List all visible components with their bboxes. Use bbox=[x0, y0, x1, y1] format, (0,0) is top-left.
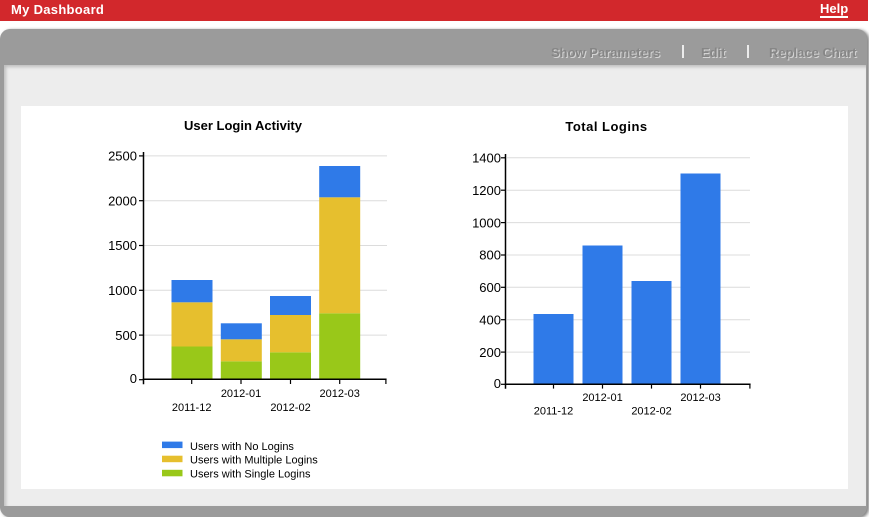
svg-text:Users with No Logins: Users with No Logins bbox=[190, 441, 294, 453]
svg-text:2012-02: 2012-02 bbox=[631, 406, 671, 418]
svg-text:200: 200 bbox=[479, 345, 501, 360]
svg-text:2012-03: 2012-03 bbox=[680, 392, 720, 404]
svg-text:600: 600 bbox=[479, 280, 501, 295]
svg-text:2011-12: 2011-12 bbox=[534, 406, 574, 418]
svg-text:Users with Single Logins: Users with Single Logins bbox=[190, 468, 311, 480]
svg-text:2012-01: 2012-01 bbox=[582, 392, 622, 404]
svg-text:User Login Activity: User Login Activity bbox=[184, 118, 303, 133]
svg-text:Users with Multiple Logins: Users with Multiple Logins bbox=[190, 455, 318, 467]
svg-text:2012-01: 2012-01 bbox=[221, 388, 261, 400]
svg-text:Total Logins: Total Logins bbox=[565, 119, 647, 134]
svg-text:1000: 1000 bbox=[108, 283, 137, 298]
svg-text:0: 0 bbox=[494, 376, 501, 391]
svg-text:400: 400 bbox=[479, 312, 501, 327]
svg-text:2011-12: 2011-12 bbox=[172, 402, 212, 414]
svg-text:0: 0 bbox=[130, 371, 137, 386]
svg-text:800: 800 bbox=[479, 248, 501, 263]
svg-text:2012-03: 2012-03 bbox=[320, 388, 360, 400]
svg-text:500: 500 bbox=[115, 328, 137, 343]
svg-text:1400: 1400 bbox=[472, 151, 501, 166]
svg-text:1000: 1000 bbox=[472, 215, 501, 230]
svg-text:1500: 1500 bbox=[108, 238, 137, 253]
svg-text:1200: 1200 bbox=[472, 183, 501, 198]
svg-text:2000: 2000 bbox=[108, 193, 137, 208]
svg-text:2500: 2500 bbox=[108, 149, 137, 164]
svg-text:2012-02: 2012-02 bbox=[270, 402, 310, 414]
